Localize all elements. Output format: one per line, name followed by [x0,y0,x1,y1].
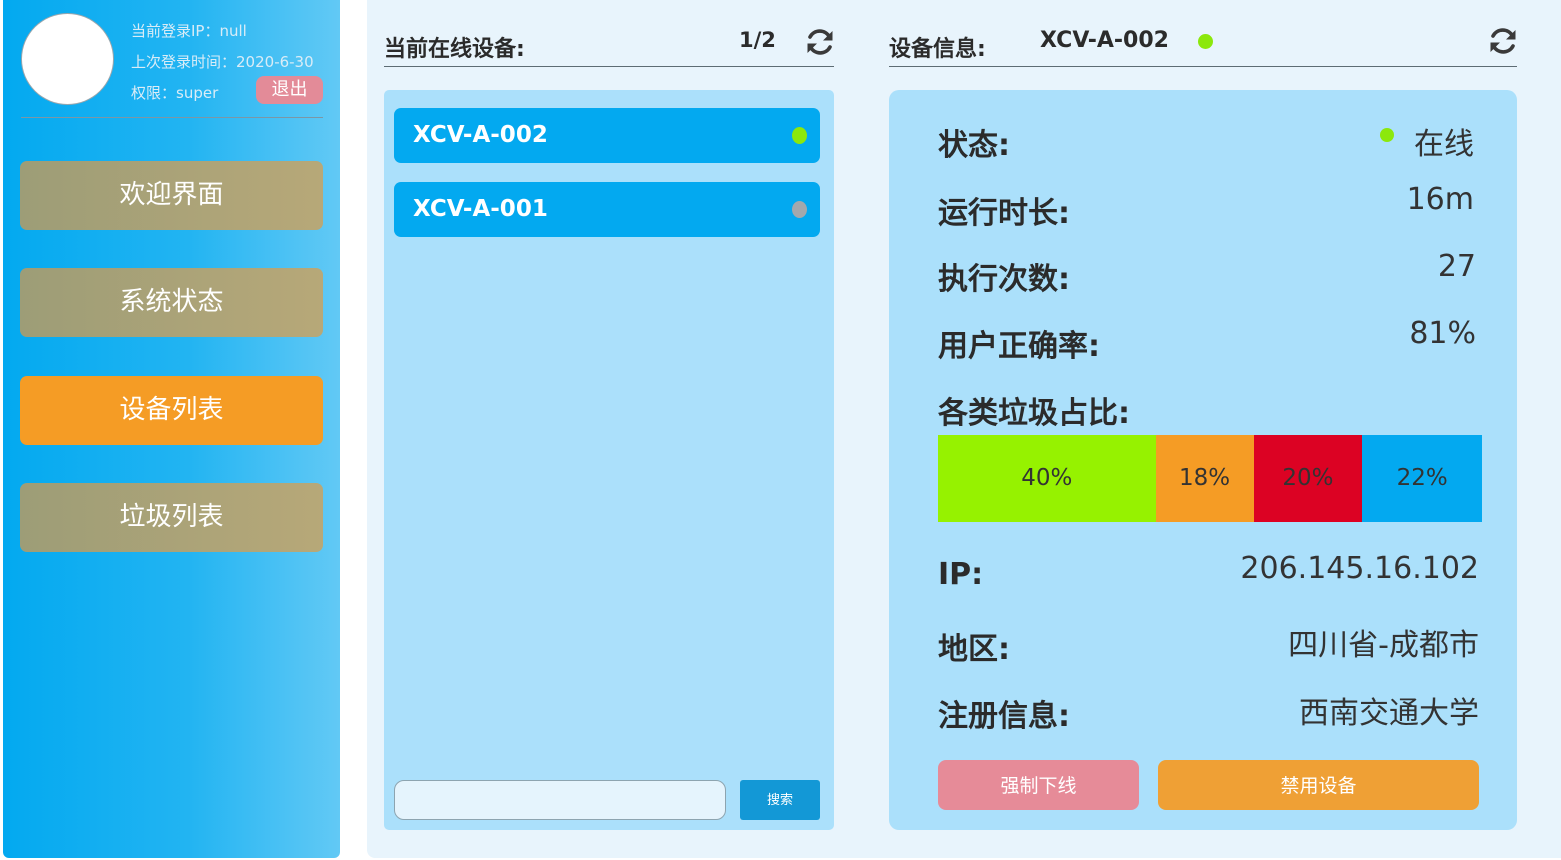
device-item-name: XCV-A-002 [413,122,548,148]
exec-count-value: 27 [1437,249,1476,284]
force-offline-button[interactable]: 强制下线 [938,760,1139,810]
device-info-divider [889,66,1517,67]
last-login-label: 上次登录时间： [131,53,237,71]
login-ip-label: 当前登录IP： [131,22,220,40]
role-label: 权限： [131,84,177,102]
online-devices-divider [384,66,834,67]
ip-label: IP: [938,557,984,592]
login-ip-row: 当前登录IP：null [131,20,314,51]
exec-count-label: 执行次数: [938,262,1070,297]
garbage-ratio-bar: 40% 18% 20% 22% [938,435,1482,522]
status-label: 状态: [938,128,1010,163]
device-info-title: 设备信息: [889,37,986,62]
nav-item-device-list[interactable]: 设备列表 [20,376,323,445]
sidebar-divider [21,117,323,118]
disable-device-button[interactable]: 禁用设备 [1158,760,1479,810]
register-label: 注册信息: [938,699,1070,734]
accuracy-label: 用户正确率: [938,329,1100,364]
online-status-dot [792,127,807,144]
ratio-segment-1: 40% [938,435,1156,522]
search-button[interactable]: 搜索 [740,780,820,820]
ratio-segment-4: 22% [1362,435,1482,522]
ratio-label: 各类垃圾占比: [938,396,1130,431]
nav-item-system-status[interactable]: 系统状态 [20,268,323,337]
nav-item-garbage-list[interactable]: 垃圾列表 [20,483,323,552]
role-value: super [176,84,219,102]
device-page-indicator: 1/2 [739,28,776,52]
device-item-name: XCV-A-001 [413,196,548,222]
device-info-name: XCV-A-002 [1040,28,1169,53]
device-item[interactable]: XCV-A-001 [394,182,820,237]
device-item[interactable]: XCV-A-002 [394,108,820,163]
device-status-dot [1198,34,1213,49]
ratio-segment-2: 18% [1155,435,1254,522]
online-device-list: XCV-A-002 XCV-A-001 搜索 [384,90,834,830]
register-value: 西南交通大学 [1299,696,1479,731]
status-value: 在线 [1414,127,1474,162]
ratio-segment-3: 20% [1253,435,1363,522]
refresh-icon[interactable] [804,26,836,58]
region-label: 地区: [938,632,1010,667]
refresh-icon[interactable] [1487,25,1519,57]
runtime-label: 运行时长: [938,196,1070,231]
last-login-value: 2020-6-30 [236,53,314,71]
sidebar: 当前登录IP：null 上次登录时间：2020-6-30 权限：super 退出… [3,0,340,858]
online-devices-title: 当前在线设备: [384,37,525,62]
runtime-value: 16m [1406,182,1474,217]
online-status-dot [1380,128,1394,142]
device-search-input[interactable] [394,780,726,820]
login-ip-value: null [219,22,247,40]
main-panel: 当前在线设备: 1/2 XCV-A-002 XCV-A-001 搜索 设备信息:… [367,0,1561,858]
offline-status-dot [792,201,807,218]
nav-item-welcome[interactable]: 欢迎界面 [20,161,323,230]
avatar[interactable] [21,13,114,105]
logout-button[interactable]: 退出 [256,76,323,104]
region-value: 四川省-成都市 [1288,628,1479,663]
device-info-panel: 状态: 在线 运行时长: 16m 执行次数: 27 用户正确率: 81% 各类垃… [889,90,1517,830]
ip-value: 206.145.16.102 [1240,551,1479,586]
accuracy-value: 81% [1409,316,1476,351]
